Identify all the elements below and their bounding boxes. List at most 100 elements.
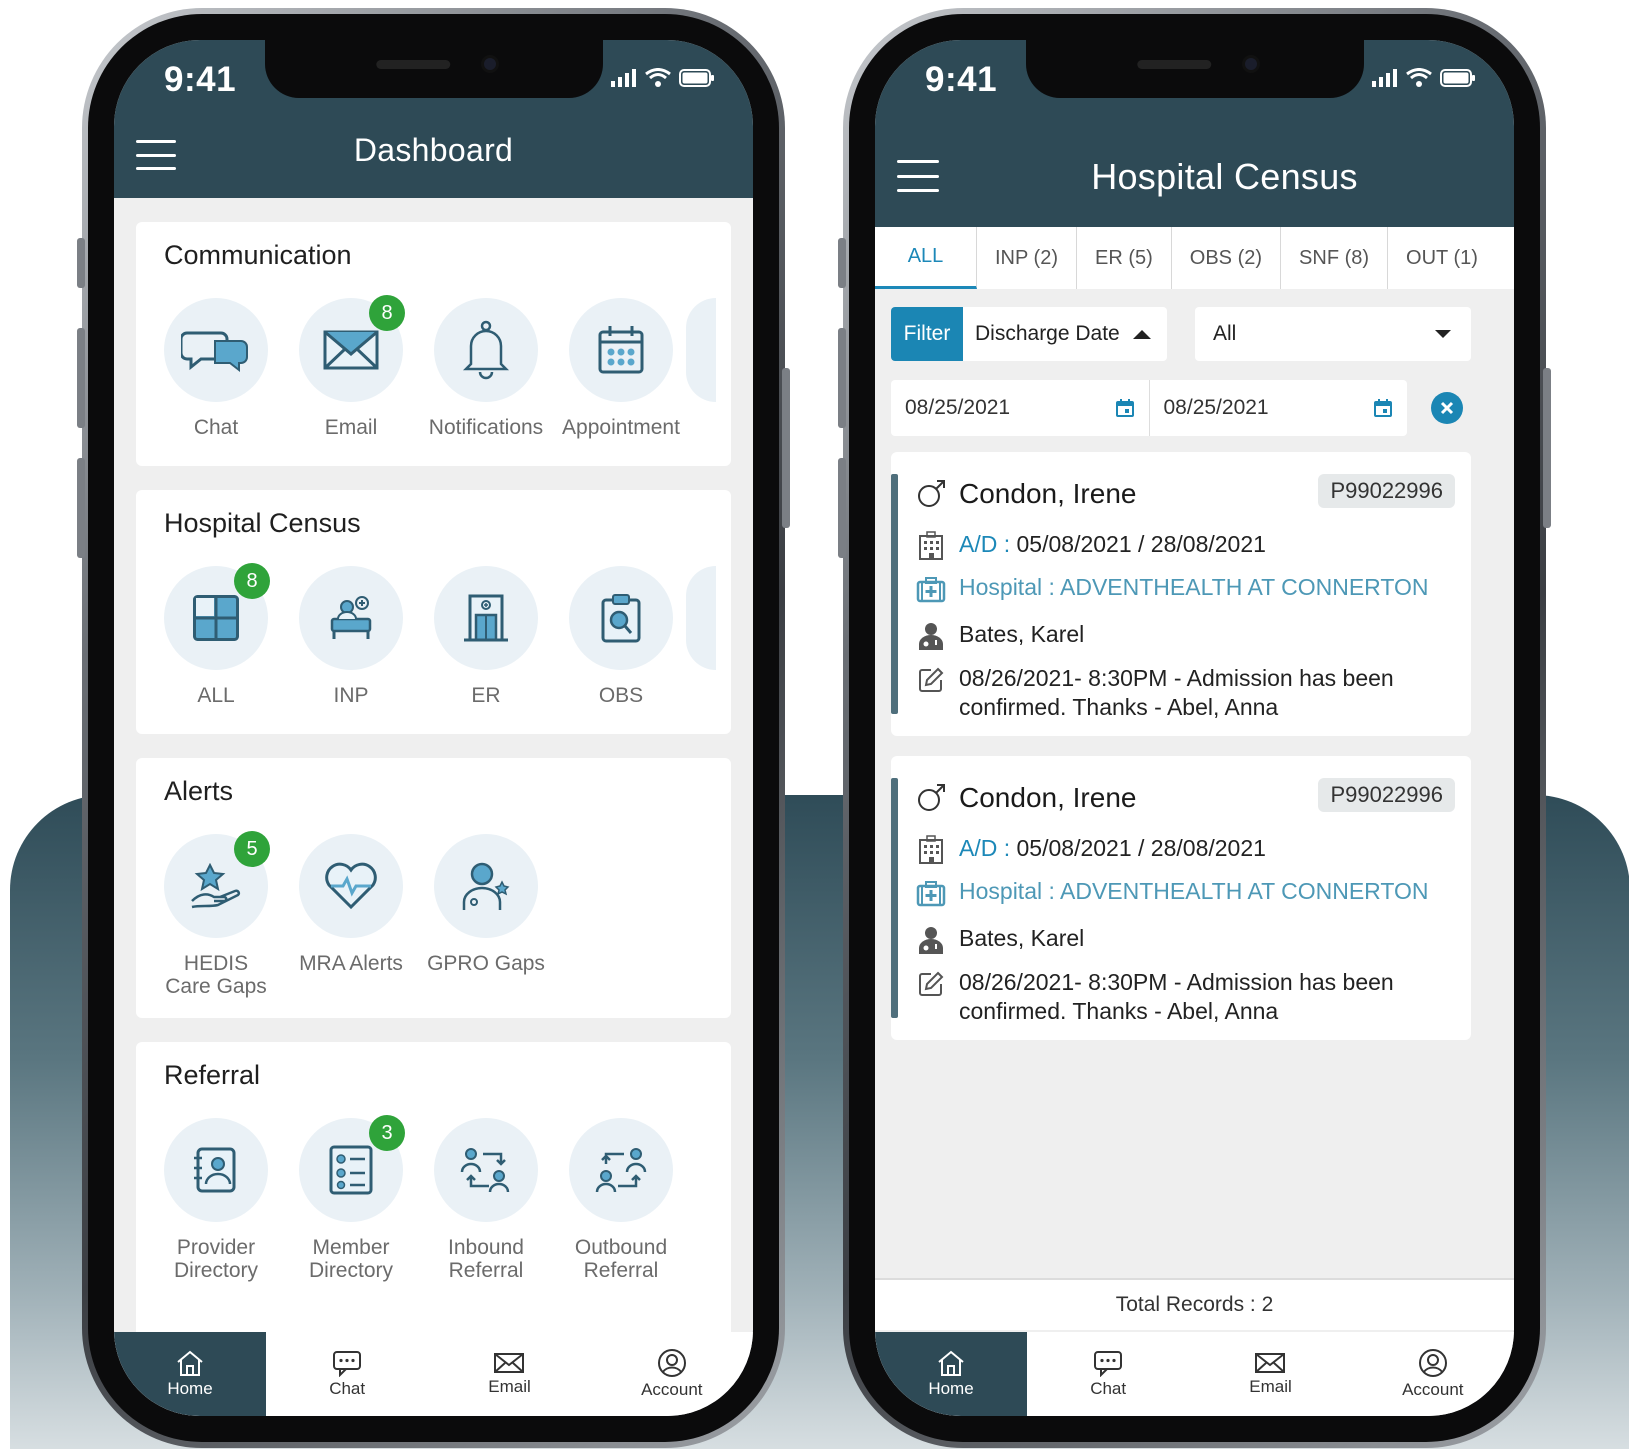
clear-dates-button[interactable] xyxy=(1431,392,1463,424)
calendar-icon[interactable] xyxy=(1115,398,1135,418)
date-from-value: 08/25/2021 xyxy=(905,396,1011,419)
note-line: confirmed. Thanks - Abel, Anna xyxy=(959,694,1279,720)
nav-chat[interactable]: Chat xyxy=(266,1332,428,1416)
mute-switch xyxy=(838,238,846,288)
nav-label: Chat xyxy=(1090,1379,1127,1398)
patient-card[interactable]: Condon, Irene P99022996 A/D : 05/08/2021… xyxy=(891,452,1471,736)
home-icon xyxy=(938,1350,964,1376)
tab-er[interactable]: ER (5) xyxy=(1077,227,1172,289)
male-icon xyxy=(918,784,945,811)
tile-member-directory[interactable]: 3 Member Directory xyxy=(281,1115,421,1282)
inpatient-bed-icon xyxy=(330,596,372,639)
tile-label: Inbound Referral xyxy=(416,1236,556,1282)
tile-all[interactable]: 8 ALL xyxy=(146,563,286,707)
note-line: 08/26/2021- 8:30PM - Admission has been xyxy=(959,969,1394,995)
mute-switch xyxy=(77,238,85,288)
nav-home[interactable]: Home xyxy=(875,1332,1027,1416)
tile-inp[interactable]: INP xyxy=(281,566,421,707)
chat-icon xyxy=(333,1351,362,1377)
filter-button[interactable]: Filter xyxy=(891,307,963,361)
date-from-field[interactable]: 08/25/2021 xyxy=(891,380,1149,436)
alerts-card: Alerts 5 HEDIS Care Gaps MRA Alerts GPRO … xyxy=(136,758,731,1018)
status-time: 9:41 xyxy=(164,60,237,99)
notch xyxy=(264,40,603,98)
section-title: Hospital Census xyxy=(164,508,361,538)
menu-button[interactable] xyxy=(897,160,939,192)
volume-down-button xyxy=(77,458,85,558)
all-badge: 8 xyxy=(234,563,270,599)
section-title: Communication xyxy=(164,240,352,270)
edit-note-icon xyxy=(919,971,944,996)
nav-email[interactable]: Email xyxy=(428,1332,590,1416)
hospital-name: Hospital : ADVENTHEALTH AT CONNERTON xyxy=(959,574,1429,600)
battery-icon xyxy=(679,68,714,87)
member-directory-badge: 3 xyxy=(369,1115,405,1151)
hand-star-icon xyxy=(191,863,241,909)
tab-snf[interactable]: SNF (8) xyxy=(1281,227,1389,289)
account-icon xyxy=(657,1349,686,1377)
filter-control[interactable]: Filter Discharge Date xyxy=(891,307,1167,361)
battery-icon xyxy=(1440,68,1475,87)
more-tiles-indicator xyxy=(686,298,716,402)
nav-label: Chat xyxy=(329,1379,366,1398)
tile-er[interactable]: ER xyxy=(416,566,556,707)
hedis-badge: 5 xyxy=(234,831,270,867)
chat-icon xyxy=(1094,1351,1123,1377)
tile-email[interactable]: 8 Email xyxy=(281,295,421,439)
volume-up-button xyxy=(77,328,85,428)
sort-up-icon[interactable] xyxy=(1131,327,1153,341)
nav-email[interactable]: Email xyxy=(1189,1332,1351,1416)
nav-account[interactable]: Account xyxy=(591,1332,753,1416)
tile-hedis-care-gaps[interactable]: 5 HEDIS Care Gaps xyxy=(146,831,286,998)
power-button xyxy=(782,368,790,528)
nav-chat[interactable]: Chat xyxy=(1027,1332,1189,1416)
tab-inp[interactable]: INP (2) xyxy=(977,227,1077,289)
nav-account[interactable]: Account xyxy=(1352,1332,1514,1416)
tile-chat[interactable]: Chat xyxy=(146,298,286,439)
screen: 9:41 Hospital Census ALL INP (2) ER (5) … xyxy=(875,40,1514,1416)
page-title: Hospital Census xyxy=(1091,156,1358,197)
building-icon xyxy=(919,531,943,560)
chevron-down-icon xyxy=(1435,330,1451,338)
tile-notifications[interactable]: Notifications xyxy=(416,298,556,439)
date-to-value: 08/25/2021 xyxy=(1163,396,1269,419)
section-title: Alerts xyxy=(164,776,234,806)
tile-provider-directory[interactable]: Provider Directory xyxy=(146,1118,286,1282)
tile-label: Outbound Referral xyxy=(551,1236,691,1282)
home-icon xyxy=(177,1350,203,1376)
tab-out[interactable]: OUT (1) xyxy=(1388,227,1486,289)
tile-label: GPRO Gaps xyxy=(427,952,545,975)
filter-field-label: Discharge Date xyxy=(975,322,1120,345)
tile-label: MRA Alerts xyxy=(299,952,403,975)
tile-label: Provider Directory xyxy=(146,1236,286,1282)
tab-obs[interactable]: OBS (2) xyxy=(1172,227,1282,289)
tile-label: Notifications xyxy=(428,416,544,439)
tile-gpro-gaps[interactable]: GPRO Gaps xyxy=(416,834,556,975)
tile-mra-alerts[interactable]: MRA Alerts xyxy=(281,834,421,975)
tile-label: Email xyxy=(324,416,378,439)
tile-outbound-referral[interactable]: Outbound Referral xyxy=(551,1118,691,1282)
medical-kit-icon xyxy=(916,577,946,603)
tile-appointment[interactable]: Appointment xyxy=(551,298,691,439)
card-accent xyxy=(891,778,898,1018)
status-select[interactable]: All xyxy=(1195,307,1471,361)
patient-name: Condon, Irene xyxy=(959,478,1137,509)
tile-obs[interactable]: OBS xyxy=(551,566,691,707)
wifi-icon xyxy=(645,68,671,87)
more-tiles-indicator xyxy=(686,566,716,670)
date-to-field[interactable]: 08/25/2021 xyxy=(1148,380,1408,436)
tile-label-line: Inbound xyxy=(448,1236,524,1259)
patient-card[interactable]: Condon, Irene P99022996 A/D : 05/08/2021… xyxy=(891,756,1471,1040)
tile-inbound-referral[interactable]: Inbound Referral xyxy=(416,1118,556,1282)
tile-label: ER xyxy=(471,684,501,707)
nav-label: Email xyxy=(488,1377,531,1396)
nav-home[interactable]: Home xyxy=(114,1332,266,1416)
bell-icon xyxy=(462,320,510,380)
tile-label-line: Directory xyxy=(308,1259,393,1282)
nav-label: Email xyxy=(1249,1377,1292,1396)
tile-label-line: Directory xyxy=(173,1259,258,1282)
tab-all[interactable]: ALL xyxy=(875,227,977,289)
ad-value: 05/08/2021 / 28/08/2021 xyxy=(1016,531,1266,557)
ad-label: A/D : xyxy=(959,835,1011,861)
calendar-icon[interactable] xyxy=(1373,398,1393,418)
